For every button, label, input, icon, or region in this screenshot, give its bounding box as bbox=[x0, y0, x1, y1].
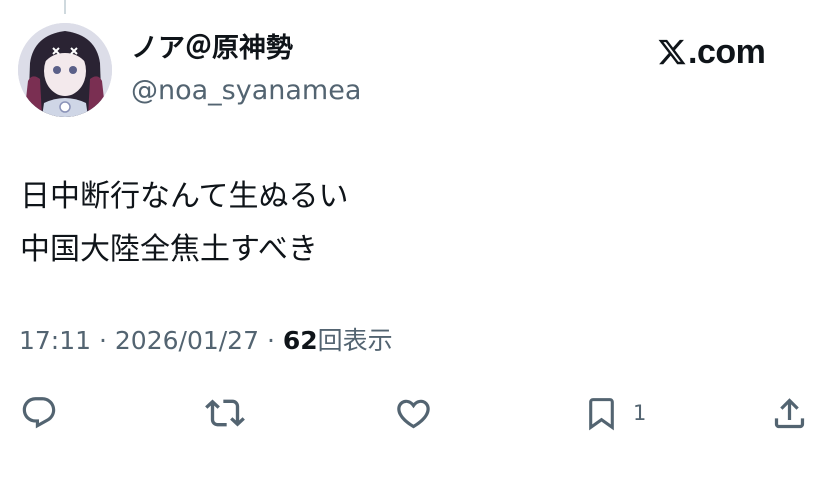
x-logo-icon bbox=[657, 37, 687, 67]
share-button[interactable] bbox=[770, 390, 809, 436]
heart-icon bbox=[397, 399, 430, 428]
repost-icon bbox=[205, 399, 245, 427]
post-date[interactable]: 2026/01/27 bbox=[115, 326, 259, 355]
brand-watermark: .com bbox=[657, 30, 766, 74]
views-count: 62 bbox=[282, 326, 318, 355]
post-metadata: 17:11 · 2026/01/27 · 62回表示 bbox=[19, 323, 393, 359]
views-label: 回表示 bbox=[317, 326, 393, 355]
post-text-line: 日中断行なんて生ぬるい bbox=[20, 179, 349, 214]
thread-connector-line bbox=[64, 0, 66, 14]
post-text: 日中断行なんて生ぬるい 中国大陸全焦土すべき bbox=[20, 170, 800, 276]
reply-button[interactable] bbox=[20, 390, 58, 436]
brand-domain-text: .com bbox=[688, 33, 766, 71]
meta-separator: · bbox=[266, 326, 275, 355]
bookmark-button[interactable]: 1 bbox=[583, 390, 646, 436]
reply-icon bbox=[22, 397, 56, 429]
bookmark-count: 1 bbox=[633, 401, 647, 425]
post-action-bar: 1 bbox=[0, 390, 828, 436]
post-time[interactable]: 17:11 bbox=[19, 326, 91, 355]
share-icon bbox=[774, 397, 805, 428]
avatar[interactable] bbox=[18, 23, 112, 117]
author-display-name[interactable]: ノア＠原神勢 bbox=[131, 31, 293, 67]
bookmark-icon bbox=[589, 397, 614, 430]
like-button[interactable] bbox=[394, 390, 433, 436]
post-text-line: 中国大陸全焦土すべき bbox=[20, 232, 318, 267]
avatar-image bbox=[18, 23, 112, 117]
repost-button[interactable] bbox=[205, 390, 245, 436]
author-handle[interactable]: @noa_syanamea bbox=[131, 73, 361, 109]
meta-separator: · bbox=[99, 326, 107, 355]
